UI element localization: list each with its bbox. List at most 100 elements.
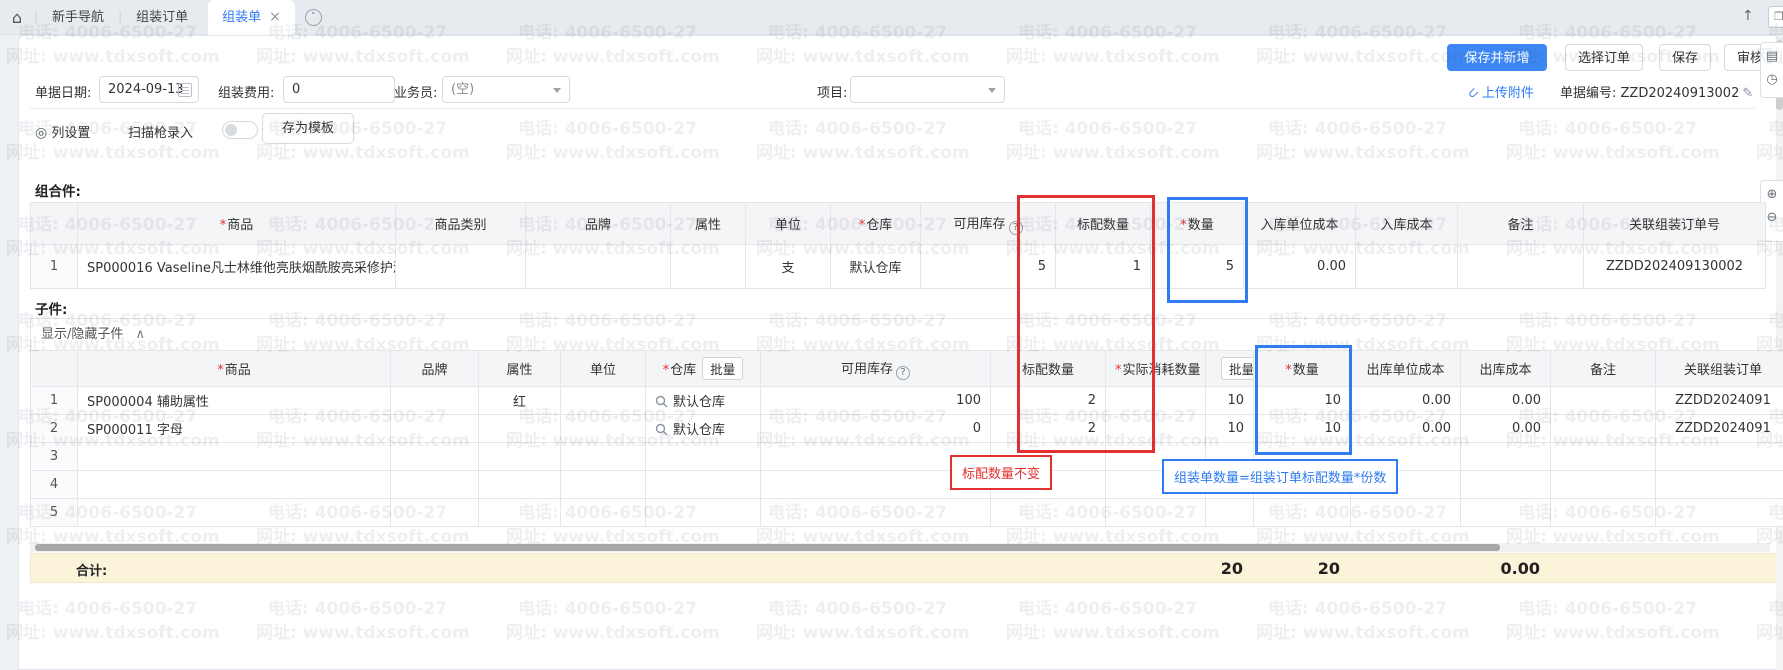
table-cell[interactable]: [78, 443, 391, 471]
table-cell[interactable]: [78, 499, 391, 527]
help-icon[interactable]: ?: [896, 366, 910, 380]
table-cell[interactable]: [479, 443, 561, 471]
table-cell[interactable]: [991, 499, 1106, 527]
table-cell[interactable]: [479, 471, 561, 499]
table-cell[interactable]: 0.00: [1351, 415, 1461, 443]
table-cell[interactable]: 0: [761, 415, 991, 443]
horizontal-scrollbar-thumb[interactable]: [35, 544, 1500, 551]
save-and-new-button[interactable]: 保存并新增: [1447, 44, 1547, 71]
window-corner-icon[interactable]: ❐: [1768, 6, 1783, 28]
table-cell[interactable]: 0.00: [1351, 387, 1461, 415]
upload-attachment-link[interactable]: ⊂上传附件: [1468, 82, 1534, 101]
table-cell[interactable]: [671, 245, 746, 289]
table-cell[interactable]: [1254, 499, 1351, 527]
table-cell[interactable]: 10: [1254, 415, 1351, 443]
table-cell[interactable]: [1656, 443, 1783, 471]
panel-remove-icon[interactable]: ⊖: [1767, 210, 1778, 225]
table-cell[interactable]: 5: [921, 245, 1056, 289]
table-cell[interactable]: [1351, 499, 1461, 527]
fee-input[interactable]: 0: [283, 76, 395, 103]
table-cell[interactable]: [561, 387, 646, 415]
table-cell[interactable]: [1656, 499, 1783, 527]
table-cell[interactable]: [1551, 415, 1656, 443]
search-icon[interactable]: [655, 395, 668, 408]
project-select[interactable]: [850, 76, 1005, 103]
table-cell[interactable]: [1551, 387, 1656, 415]
table-cell[interactable]: [646, 499, 761, 527]
table-cell[interactable]: [561, 471, 646, 499]
table-cell[interactable]: ZZDD202409130002: [1584, 245, 1766, 289]
table-cell[interactable]: [646, 471, 761, 499]
table-cell[interactable]: [78, 471, 391, 499]
warehouse-batch-button[interactable]: 批量: [702, 357, 743, 380]
table-cell[interactable]: 5: [1151, 245, 1244, 289]
panel-clock-icon[interactable]: ◷: [1766, 72, 1777, 87]
table-cell[interactable]: [561, 443, 646, 471]
table-cell[interactable]: 0.00: [1461, 415, 1551, 443]
table-cell[interactable]: 0.00: [1244, 245, 1356, 289]
date-input[interactable]: 2024-09-13: [99, 76, 199, 103]
tab-assembly-orders[interactable]: 组装订单: [122, 0, 202, 35]
tab-list-chevron-icon[interactable]: ˅: [305, 9, 322, 26]
table-cell[interactable]: [1461, 499, 1551, 527]
scanner-entry-toggle[interactable]: [222, 121, 258, 139]
table-cell[interactable]: [479, 415, 561, 443]
table-cell[interactable]: 2: [991, 415, 1106, 443]
table-cell[interactable]: [1106, 499, 1206, 527]
table-cell[interactable]: [1461, 443, 1551, 471]
help-icon[interactable]: ?: [1009, 221, 1023, 235]
table-cell[interactable]: 2: [991, 387, 1106, 415]
table-cell[interactable]: 10: [1254, 387, 1351, 415]
save-template-button[interactable]: 存为模板: [262, 113, 354, 144]
table-cell[interactable]: [1106, 387, 1206, 415]
scroll-top-arrow-icon[interactable]: ↑: [1742, 8, 1754, 24]
table-cell[interactable]: [391, 443, 479, 471]
table-cell[interactable]: 10: [1206, 387, 1254, 415]
panel-list-icon[interactable]: ▤: [1766, 49, 1778, 64]
column-settings-button[interactable]: ◎ 列设置: [35, 122, 90, 141]
calendar-icon[interactable]: [178, 83, 192, 97]
table-cell[interactable]: 10: [1206, 415, 1254, 443]
close-tab-icon[interactable]: ×: [269, 10, 281, 24]
table-cell[interactable]: [391, 387, 479, 415]
table-cell[interactable]: [391, 471, 479, 499]
save-button[interactable]: 保存: [1659, 44, 1711, 71]
edit-pencil-icon[interactable]: ✎: [1742, 86, 1753, 101]
table-cell[interactable]: [391, 415, 479, 443]
salesman-select[interactable]: (空): [442, 76, 570, 103]
toggle-children-bar[interactable]: 显示/隐藏子件 ∧: [30, 318, 1783, 350]
table-cell[interactable]: [1551, 499, 1656, 527]
table-cell[interactable]: [646, 443, 761, 471]
table-cell[interactable]: [1461, 471, 1551, 499]
table-cell[interactable]: 0.00: [1461, 387, 1551, 415]
table-cell[interactable]: 默认仓库: [646, 387, 761, 415]
table-cell[interactable]: [561, 499, 646, 527]
horizontal-scrollbar[interactable]: [30, 543, 1770, 552]
table-cell[interactable]: [479, 499, 561, 527]
table-cell[interactable]: ZZDD2024091: [1656, 415, 1783, 443]
table-cell[interactable]: [1356, 245, 1458, 289]
tab-assembly-doc[interactable]: 组装单 ×: [208, 0, 295, 35]
table-cell[interactable]: [1656, 471, 1783, 499]
table-cell[interactable]: [1551, 471, 1656, 499]
table-cell[interactable]: [526, 245, 671, 289]
table-cell[interactable]: SP000004 辅助属性: [78, 387, 391, 415]
batch-fill-button[interactable]: 批量: [1221, 357, 1254, 380]
table-cell[interactable]: [761, 499, 991, 527]
table-cell[interactable]: 红: [479, 387, 561, 415]
table-cell[interactable]: SP000011 字母: [78, 415, 391, 443]
table-cell[interactable]: 1: [1056, 245, 1151, 289]
table-cell[interactable]: SP000016 Vaseline凡士林维他亮肤烟酰胺亮采修护润手霜_50mL: [78, 245, 396, 289]
table-cell[interactable]: 默认仓库: [831, 245, 921, 289]
panel-add-icon[interactable]: ⊕: [1767, 187, 1778, 202]
table-cell[interactable]: [1551, 443, 1656, 471]
table-cell[interactable]: [391, 499, 479, 527]
table-cell[interactable]: ZZDD2024091: [1656, 387, 1783, 415]
tab-newbie-nav[interactable]: 新手导航: [38, 0, 118, 35]
home-icon[interactable]: ⌂: [0, 8, 34, 27]
table-cell[interactable]: [1106, 415, 1206, 443]
select-order-button[interactable]: 选择订单: [1565, 44, 1643, 71]
search-icon[interactable]: [655, 423, 668, 436]
table-cell[interactable]: 支: [746, 245, 831, 289]
table-cell[interactable]: 100: [761, 387, 991, 415]
